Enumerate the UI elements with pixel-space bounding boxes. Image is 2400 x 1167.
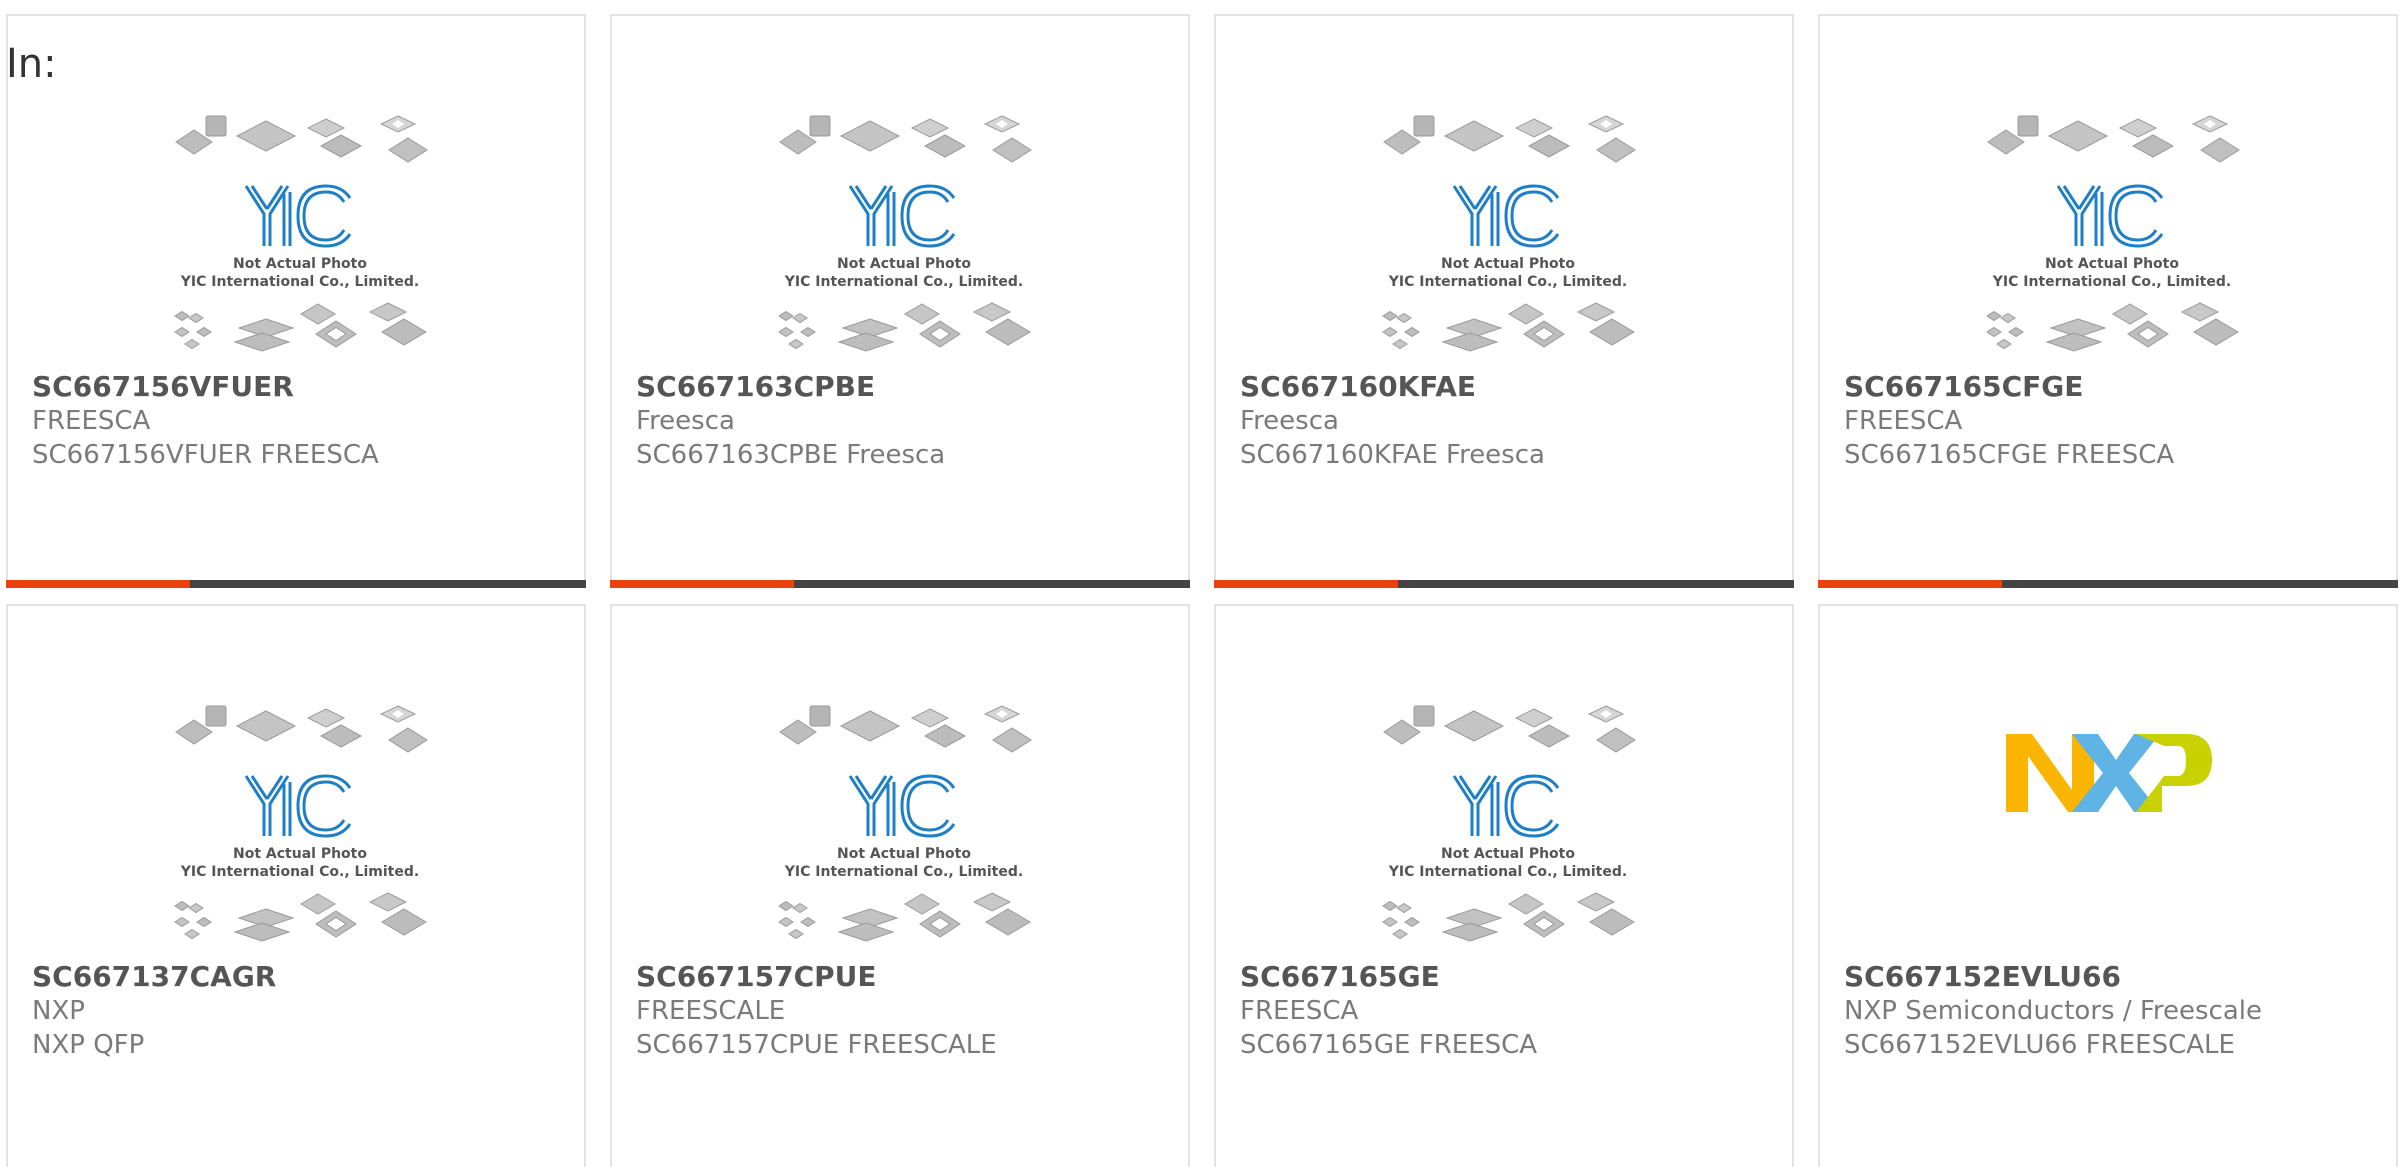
product-card[interactable]: Not Actual Photo YIC International Co., L… <box>6 14 586 588</box>
card-accent-highlight <box>1214 580 1398 588</box>
product-card[interactable]: Not Actual Photo YIC International Co., L… <box>1214 604 1794 1167</box>
manufacturer: FREESCA <box>1844 406 1963 436</box>
company-caption: YIC International Co., Limited. <box>180 864 419 880</box>
company-caption: YIC International Co., Limited. <box>784 864 1023 880</box>
manufacturer: NXP <box>32 996 85 1026</box>
not-actual-photo-caption: Not Actual Photo <box>233 846 367 862</box>
card-accent-bar <box>610 580 1190 588</box>
description: SC667160KFAE Freesca <box>1240 440 1545 470</box>
card-accent-bar <box>1818 580 2398 588</box>
yic-placeholder-image: Not Actual Photo YIC International Co., L… <box>1382 705 1636 942</box>
product-grid-page: In: Not Actual Photo YIC International Co… <box>0 0 2400 1167</box>
manufacturer: NXP Semiconductors / Freescale <box>1844 996 2263 1026</box>
manufacturer: Freesca <box>1240 406 1339 436</box>
not-actual-photo-caption: Not Actual Photo <box>837 256 971 272</box>
company-caption: YIC International Co., Limited. <box>180 274 419 290</box>
product-image: Not Actual Photo YIC International Co., L… <box>770 696 1038 946</box>
part-number[interactable]: SC667165CFGE <box>1844 370 2386 404</box>
company-caption: YIC International Co., Limited. <box>1388 864 1627 880</box>
part-number[interactable]: SC667137CAGR <box>32 960 574 994</box>
card-accent-bar <box>1214 580 1794 588</box>
description: SC667165GE FREESCA <box>1240 1030 1538 1060</box>
product-image: Not Actual Photo YIC International Co., L… <box>1374 696 1642 946</box>
product-image: Not Actual Photo YIC International Co., L… <box>770 106 1038 356</box>
yic-placeholder-image: Not Actual Photo YIC International Co., L… <box>1382 115 1636 352</box>
part-number[interactable]: SC667163CPBE <box>636 370 1178 404</box>
description: NXP QFP <box>32 1030 145 1060</box>
description: SC667163CPBE Freesca <box>636 440 946 470</box>
product-image: Not Actual Photo YIC International Co., L… <box>1374 106 1642 356</box>
product-card[interactable]: Not Actual Photo YIC International Co., L… <box>610 604 1190 1167</box>
company-caption: YIC International Co., Limited. <box>1388 274 1627 290</box>
product-card[interactable]: SC667152EVLU66 NXP Semiconductors / Free… <box>1818 604 2398 1167</box>
product-card[interactable]: Not Actual Photo YIC International Co., L… <box>1818 14 2398 588</box>
yic-placeholder-image: Not Actual Photo YIC International Co., L… <box>778 705 1032 942</box>
in-label: In: <box>6 41 57 87</box>
nxp-logo-graphic <box>2006 734 2212 812</box>
nxp-logo <box>2006 734 2212 812</box>
yic-placeholder-image: Not Actual Photo YIC International Co., L… <box>174 705 428 942</box>
card-accent-highlight <box>6 580 190 588</box>
yic-placeholder-image: Not Actual Photo YIC International Co., L… <box>174 115 428 352</box>
manufacturer: FREESCA <box>32 406 151 436</box>
description: SC667157CPUE FREESCALE <box>636 1030 997 1060</box>
product-card[interactable]: Not Actual Photo YIC International Co., L… <box>6 604 586 1167</box>
part-number[interactable]: SC667157CPUE <box>636 960 1178 994</box>
part-number[interactable]: SC667160KFAE <box>1240 370 1782 404</box>
product-image: Not Actual Photo YIC International Co., L… <box>166 106 434 356</box>
not-actual-photo-caption: Not Actual Photo <box>837 846 971 862</box>
description: SC667165CFGE FREESCA <box>1844 440 2175 470</box>
not-actual-photo-caption: Not Actual Photo <box>233 256 367 272</box>
not-actual-photo-caption: Not Actual Photo <box>1441 256 1575 272</box>
part-number[interactable]: SC667165GE <box>1240 960 1782 994</box>
description: SC667152EVLU66 FREESCALE <box>1844 1030 2235 1060</box>
manufacturer: Freesca <box>636 406 735 436</box>
part-number[interactable]: SC667152EVLU66 <box>1844 960 2386 994</box>
product-image: Not Actual Photo YIC International Co., L… <box>1978 106 2246 356</box>
card-accent-bar <box>6 580 586 588</box>
yic-placeholder-image: Not Actual Photo YIC International Co., L… <box>1986 115 2240 352</box>
part-number[interactable]: SC667156VFUER <box>32 370 574 404</box>
card-accent-highlight <box>1818 580 2002 588</box>
not-actual-photo-caption: Not Actual Photo <box>2045 256 2179 272</box>
not-actual-photo-caption: Not Actual Photo <box>1441 846 1575 862</box>
product-image: Not Actual Photo YIC International Co., L… <box>166 696 434 946</box>
description: SC667156VFUER FREESCA <box>32 440 379 470</box>
manufacturer: FREESCA <box>1240 996 1359 1026</box>
yic-placeholder-image: Not Actual Photo YIC International Co., L… <box>778 115 1032 352</box>
company-caption: YIC International Co., Limited. <box>1992 274 2231 290</box>
manufacturer: FREESCALE <box>636 996 786 1026</box>
product-card[interactable]: Not Actual Photo YIC International Co., L… <box>610 14 1190 588</box>
product-card[interactable]: Not Actual Photo YIC International Co., L… <box>1214 14 1794 588</box>
card-accent-highlight <box>610 580 794 588</box>
company-caption: YIC International Co., Limited. <box>784 274 1023 290</box>
